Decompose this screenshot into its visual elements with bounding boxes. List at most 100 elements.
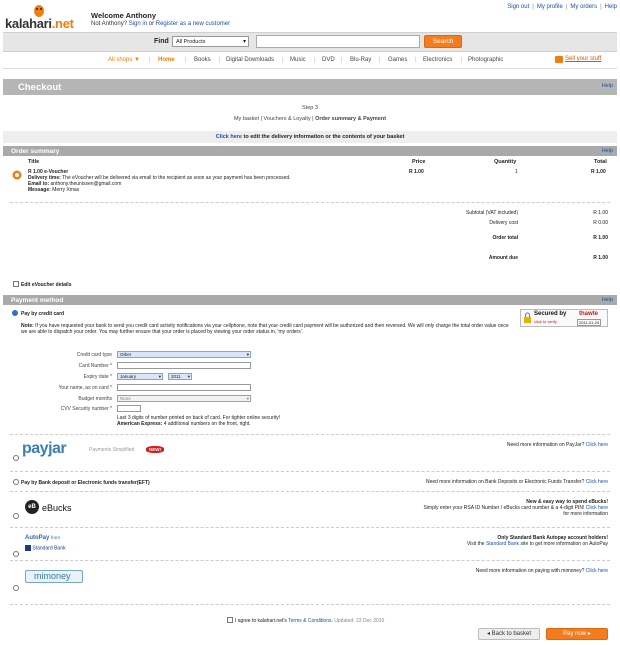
col-price: Price (412, 159, 426, 165)
divider (10, 202, 610, 203)
expiry-month-select[interactable]: January ▾ (117, 373, 163, 380)
nav-games[interactable]: Games (388, 57, 407, 63)
sell-icon (555, 56, 563, 63)
payment-method-bar: Payment method Help (3, 295, 617, 305)
chevron-down-icon: ▾ (158, 374, 161, 379)
order-summary-help-link[interactable]: Help (602, 148, 613, 154)
my-orders-link[interactable]: My orders (570, 4, 597, 10)
pay-now-button[interactable]: Pay now ▸ (546, 628, 608, 640)
standard-bank-shield-icon (25, 545, 31, 551)
payment-note: Note: If you have requested your bank to… (21, 323, 509, 335)
card-number-input[interactable] (117, 362, 251, 369)
divider (10, 604, 610, 605)
eft-radio[interactable] (13, 479, 19, 485)
card-number-label: Card Number * (78, 363, 112, 369)
nav-dvd[interactable]: DVD (322, 57, 335, 63)
voucher-icon (12, 170, 22, 180)
edit-delivery-banner: Click here to edit the delivery informat… (3, 131, 617, 143)
item-quantity: 1 (515, 169, 518, 175)
order-summary-bar: Order summary Help (3, 146, 617, 156)
autopay-radio[interactable] (13, 551, 19, 557)
kalahari-logo[interactable]: kalahari.net (3, 3, 85, 31)
nav-home[interactable]: Home (158, 57, 175, 63)
col-quantity: Quantity (494, 159, 517, 165)
payjar-info: Need more information on PayJar? Click h… (506, 442, 608, 448)
eft-label: Pay by Bank deposit or Electronic funds … (21, 480, 150, 486)
credit-card-label: Pay by credit card (21, 311, 65, 317)
terms-line: I agree to kalahari.net's Terms & Condit… (235, 618, 385, 624)
back-to-basket-button[interactable]: ◂ Back to basket (478, 628, 540, 640)
payjar-tagline: Payments Simplified (89, 447, 135, 453)
main-nav: All shops ▼ | Home | Books | Digital Dow… (3, 52, 617, 69)
ebucks-logo-mark: eB (25, 500, 39, 514)
item-message: Message: Merry Xmas (28, 187, 80, 193)
subtotal-label: Subtotal (VAT included) (466, 210, 518, 216)
amount-due-label: Amount due (488, 255, 518, 261)
budget-months-select[interactable]: None ▾ (117, 395, 251, 402)
not-you-line: Not Anthony? Sign in or Register as a ne… (91, 21, 231, 27)
credit-card-radio[interactable] (12, 310, 18, 316)
chevron-down-icon: ▾ (246, 396, 249, 401)
item-total: R 1.00 (591, 169, 606, 175)
ebucks-info-2: for more information (563, 511, 608, 517)
ebucks-logo: eBucks (42, 503, 72, 513)
category-select[interactable]: All Products ▾ (172, 36, 249, 47)
ebucks-radio[interactable] (13, 513, 19, 519)
nav-music[interactable]: Music (290, 57, 306, 63)
col-title: Title (28, 159, 40, 165)
cvv-input[interactable] (117, 405, 141, 412)
edit-delivery-link[interactable]: Click here (216, 134, 242, 140)
mimoney-click-here[interactable]: Click here (586, 568, 608, 574)
divider (10, 560, 610, 561)
terms-link[interactable]: Terms & Conditions (288, 618, 331, 624)
cvv-label: CVV Security number * (60, 406, 112, 412)
amex-hint: American Express: 4 additional numbers o… (117, 421, 251, 427)
order-total-value: R 1.00 (593, 235, 608, 241)
nav-books[interactable]: Books (194, 57, 211, 63)
nav-photographic[interactable]: Photographic (468, 57, 503, 63)
checkout-help-link[interactable]: Help (602, 83, 613, 89)
thawte-seal[interactable]: Secured by thawte click to verify 2011-0… (520, 309, 608, 327)
nav-all-shops[interactable]: All shops ▼ (108, 57, 140, 63)
expiry-year-select[interactable]: 2011 ▾ (168, 373, 192, 380)
card-type-select[interactable]: Other ▾ (117, 351, 251, 358)
edit-evoucher-checkbox[interactable] (13, 281, 19, 287)
edit-evoucher-label: Edit eVoucher details (21, 282, 72, 288)
breadcrumb: My basket | Vouchers & Loyalty | Order s… (233, 116, 387, 122)
mimoney-radio[interactable] (13, 585, 19, 591)
payment-help-link[interactable]: Help (602, 297, 613, 303)
chevron-down-icon: ▾ (246, 352, 249, 357)
mimoney-logo: mimoney (25, 570, 83, 583)
step-indicator: Step 3 (302, 105, 318, 111)
standard-bank-link[interactable]: Standard Bank (486, 541, 519, 547)
search-button[interactable]: Search (424, 35, 462, 48)
nav-blu-ray[interactable]: Blu-Ray (350, 57, 371, 63)
payjar-radio[interactable] (13, 455, 19, 461)
checkout-header: Checkout Help (3, 79, 617, 95)
terms-checkbox[interactable] (227, 617, 233, 623)
order-total-label: Order total (492, 235, 518, 241)
col-total: Total (594, 159, 607, 165)
sell-your-stuff-link[interactable]: Sell your stuff (565, 56, 601, 62)
eft-info: Need more information on Bank Deposits o… (425, 479, 608, 485)
card-type-label: Credit card type (76, 352, 112, 358)
welcome-heading: Welcome Anthony (91, 11, 157, 20)
eft-click-here[interactable]: Click here (586, 479, 608, 485)
divider (10, 434, 610, 435)
search-input[interactable] (256, 35, 420, 48)
subtotal-value: R 1.00 (593, 210, 608, 216)
nav-electronics[interactable]: Electronics (423, 57, 452, 63)
sign-in-link[interactable]: Sign in (129, 21, 147, 27)
my-profile-link[interactable]: My profile (537, 4, 563, 10)
divider (10, 471, 610, 472)
find-label: Find (154, 38, 169, 45)
payjar-click-here[interactable]: Click here (586, 442, 608, 448)
register-link[interactable]: Register as a new customer (156, 21, 230, 27)
help-link[interactable]: Help (605, 4, 617, 10)
sign-out-link[interactable]: Sign out (507, 4, 529, 10)
nav-digital-downloads[interactable]: Digital Downloads (226, 57, 274, 63)
amount-due-value: R 1.00 (593, 255, 608, 261)
budget-months-label: Budget months (78, 396, 112, 402)
chevron-down-icon: ▾ (242, 39, 246, 45)
name-on-card-input[interactable] (117, 384, 251, 391)
